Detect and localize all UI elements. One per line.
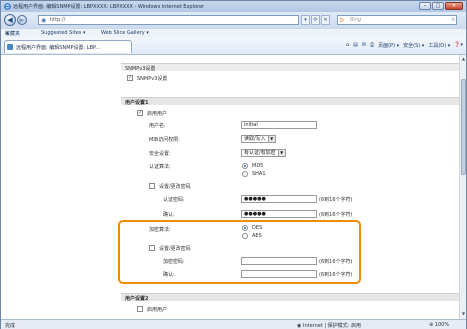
url-field[interactable]: ◉ http:// [38,15,299,25]
encryption-algorithm-label: 加密算法: [149,227,171,233]
auth-algorithm-label: 认证算法: [149,164,171,170]
aes-radio[interactable] [242,233,248,239]
des-label: DES [252,225,263,231]
address-dropdown-button[interactable]: ▾ [301,15,310,25]
auth-confirm-field[interactable]: ●●●●● [241,210,317,218]
feeds-button[interactable]: ▤ [353,42,358,49]
des-radio[interactable] [242,225,248,231]
address-bar: ◀ ▶ ◉ http:// ▾ ⟳ ✕ b Bing ⌕ [1,12,466,28]
set-enc-password-label: 设置/更改密码 [159,246,191,252]
suggested-sites-link[interactable]: Suggested Sites ▾ [41,30,85,36]
favorites-button[interactable]: ★ 收藏夹 [5,30,20,37]
username-label: 用户名: [149,123,166,129]
title-bar: 远程用户界面: 编辑SNMP设置: LBPXXXX: LBPXXXX - Win… [1,1,466,12]
web-slice-gallery-link[interactable]: Web Slice Gallery ▾ [101,30,149,36]
tab-active[interactable]: 远程用户界面: 编辑SNMP设置: LBP... [4,40,132,53]
security-zone: ◉ Internet | 保护模式: 启用 [297,323,361,329]
page-menu[interactable]: 页面(P) ▾ [378,42,399,49]
zoom-icon: ⊕ [429,322,434,328]
auth-password-field[interactable]: ●●●●● [241,195,317,203]
stop-icon: ✕ [323,17,328,23]
window-controls: – □ ✕ [419,2,463,10]
security-select[interactable]: 有认证/有加密 ▼ [241,149,286,157]
arrow-left-icon: ◀ [7,16,13,24]
command-bar: 远程用户界面: 编辑SNMP设置: LBP... ⌂ ▤ ✉ ⎙ 页面(P) ▾… [1,38,466,55]
enable-user2-label: 启用用户 [147,307,168,313]
window-title: 远程用户界面: 编辑SNMP设置: LBPXXXX: LBPXXXX - Win… [13,4,205,10]
chevron-down-icon: ▼ [277,150,285,156]
enc-confirm-hint: (6到16个字符) [319,272,353,278]
search-placeholder: Bing [350,17,362,23]
arrow-right-icon: ▶ [19,16,25,24]
vertical-scrollbar[interactable]: ▲ ▼ [459,55,466,319]
globe-icon: ◉ [297,323,302,329]
auth-password-hint: (6到16个字符) [319,197,353,203]
close-button[interactable]: ✕ [445,2,463,10]
auth-confirm-hint: (6到16个字符) [319,212,353,218]
status-bar: 完成 ◉ Internet | 保护模式: 启用 ⊕ 100% [1,319,466,329]
username-field[interactable]: initial [241,121,317,129]
page-icon [7,44,13,50]
chevron-down-icon: ▾ [304,17,307,23]
enc-password-field[interactable] [241,257,317,265]
help-menu[interactable]: ❓▾ [454,42,463,49]
safety-menu[interactable]: 安全(S) ▾ [403,42,424,49]
search-icon[interactable]: ⌕ [452,16,455,24]
scrollbar-thumb[interactable] [461,79,466,175]
sha1-label: SHA1 [252,171,266,177]
page-icon: ◉ [41,17,47,24]
mib-access-label: MIB访问权限: [149,137,180,143]
refresh-icon: ⟳ [313,17,318,23]
enc-confirm-field[interactable] [241,270,317,278]
mib-access-select[interactable]: 读取/写入 ▼ [241,135,276,143]
enable-user1-checkbox[interactable]: ✓ [137,110,143,116]
enc-password-label: 加密密码: [163,259,185,265]
confirm-label: 确认: [163,212,175,218]
command-buttons: ⌂ ▤ ✉ ⎙ 页面(P) ▾ 安全(S) ▾ 工具(O) ▾ ❓▾ [346,42,463,49]
tab-label: 远程用户界面: 编辑SNMP设置: LBP... [16,45,101,51]
internet-explorer-icon [4,3,11,10]
search-input[interactable]: b Bing ⌕ [337,15,457,25]
md5-radio[interactable] [242,163,248,169]
minimize-button[interactable]: – [419,2,431,10]
sha1-radio[interactable] [242,171,248,177]
set-auth-password-label: 设置/更改密码 [159,184,191,190]
mail-button[interactable]: ✉ [362,42,366,49]
print-button[interactable]: ⎙ [370,42,374,49]
url-text: http:// [50,17,66,23]
md5-label: MD5 [252,163,264,169]
enable-user2-checkbox[interactable] [137,306,143,312]
chevron-down-icon: ▼ [267,136,275,142]
scroll-up-icon[interactable]: ▲ [461,56,466,62]
security-label: 安全设置: [149,151,171,157]
favorites-bar: ★ 收藏夹 Suggested Sites ▾ Web Slice Galler… [1,28,466,38]
enc-confirm-label: 确认: [163,272,175,278]
user1-section-title: 用户设置1 [121,97,459,106]
scroll-down-icon[interactable]: ▼ [461,311,466,317]
use-snmpv3-label: SNMPv3设置 [137,76,168,82]
back-button[interactable]: ◀ [4,14,16,26]
set-auth-password-checkbox[interactable] [149,183,155,189]
maximize-button[interactable]: □ [432,2,444,10]
forward-button[interactable]: ▶ [17,15,27,25]
stop-button[interactable]: ✕ [321,15,330,25]
bing-icon: b [340,17,344,24]
home-button[interactable]: ⌂ [346,42,349,49]
auth-password-label: 认证密码: [163,197,185,203]
zoom-level[interactable]: ⊕ 100% [429,322,449,328]
status-text: 完成 [5,323,16,329]
tools-menu[interactable]: 工具(O) ▾ [428,42,450,49]
enc-password-hint: (6到16个字符) [319,259,353,265]
browser-window: 远程用户界面: 编辑SNMP设置: LBPXXXX: LBPXXXX - Win… [0,0,467,329]
user2-section-title: 用户设置2 [121,293,459,302]
star-icon: ★ [5,31,10,37]
use-snmpv3-checkbox[interactable]: ✓ [127,75,133,81]
enable-user1-label: 启用用户 [147,111,168,117]
snmpv3-header: SNMPv3设置 [121,63,459,72]
set-enc-password-checkbox[interactable] [149,245,155,251]
aes-label: AES [252,233,262,239]
refresh-button[interactable]: ⟳ [311,15,320,25]
